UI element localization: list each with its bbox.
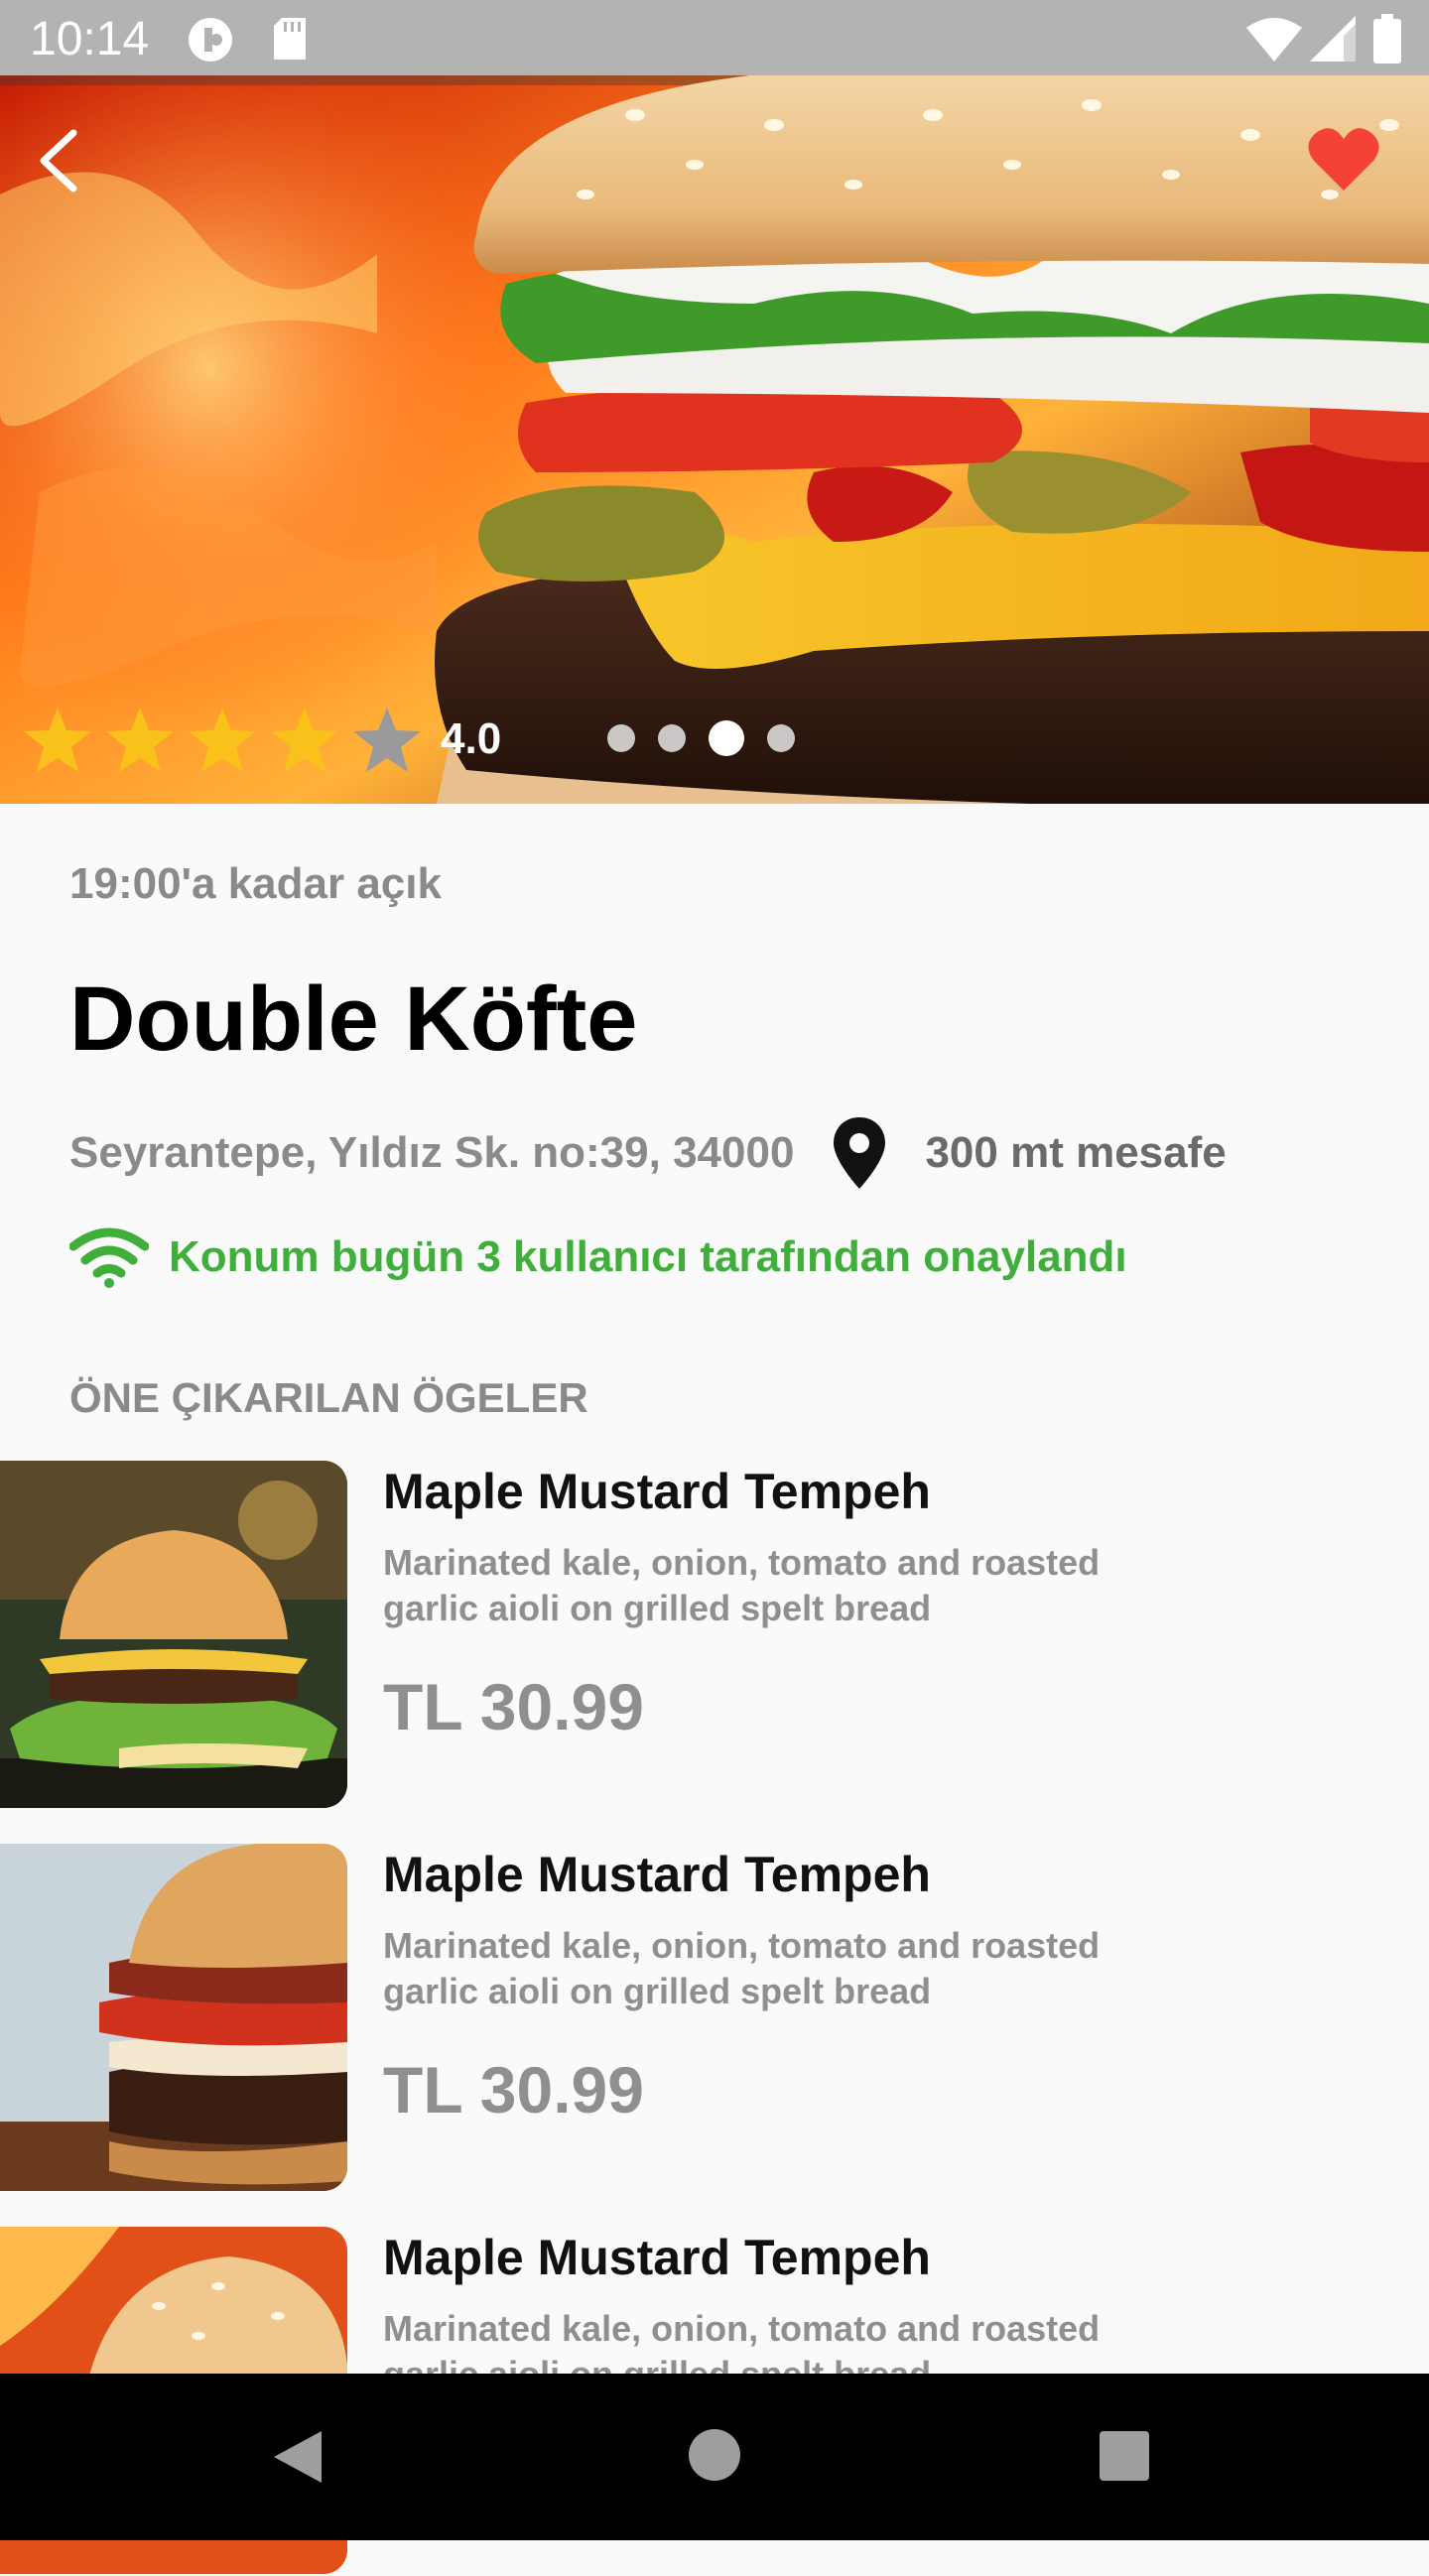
- address-text: Seyrantepe, Yıldız Sk. no:39, 34000: [69, 1128, 795, 1177]
- menu-item-name: Maple Mustard Tempeh: [383, 1464, 931, 1519]
- star-icon: [106, 708, 174, 772]
- menu-item-name: Maple Mustard Tempeh: [383, 2230, 931, 2285]
- nav-recents-icon[interactable]: [1098, 2429, 1151, 2483]
- chevron-left-icon: [40, 129, 77, 193]
- section-title: ÖNE ÇIKARILAN ÖGELER: [69, 1374, 588, 1421]
- carousel-indicator[interactable]: [607, 720, 818, 756]
- menu-item-price: TL 30.99: [383, 1670, 644, 1743]
- rating-value: 4.0: [441, 714, 502, 763]
- menu-item-name: Maple Mustard Tempeh: [383, 1847, 931, 1902]
- carousel-dot[interactable]: [607, 724, 635, 752]
- menu-item-price: TL 30.99: [383, 2053, 644, 2126]
- nav-back-icon[interactable]: [268, 2427, 327, 2487]
- carousel-dot[interactable]: [767, 724, 795, 752]
- nav-home-icon[interactable]: [687, 2427, 742, 2483]
- wifi-icon: [1246, 18, 1302, 62]
- menu-item-image: [0, 1461, 347, 1808]
- page-title: Double Köfte: [69, 968, 638, 1070]
- star-icon: [24, 708, 91, 772]
- hero-image-carousel[interactable]: 4.0: [0, 75, 1429, 804]
- open-hours: 19:00'a kadar açık: [69, 859, 442, 908]
- data-saver-icon: [189, 18, 232, 62]
- burger-photo: [0, 75, 1429, 804]
- menu-item-image: [0, 1844, 347, 2191]
- rating-stars: [22, 703, 434, 778]
- menu-item[interactable]: Maple Mustard Tempeh Marinated kale, oni…: [0, 1461, 1429, 1810]
- distance-text: 300 mt mesafe: [925, 1128, 1227, 1177]
- heart-icon: [1308, 128, 1379, 191]
- back-button[interactable]: [30, 121, 99, 210]
- carousel-dot[interactable]: [658, 724, 686, 752]
- wifi-icon: [69, 1227, 149, 1288]
- status-bar: 10:14: [0, 0, 1429, 75]
- address-row: Seyrantepe, Yıldız Sk. no:39, 34000 300 …: [69, 1115, 1379, 1191]
- carousel-dot[interactable]: [709, 720, 744, 756]
- menu-item-description: Marinated kale, onion, tomato and roaste…: [383, 1542, 1101, 1628]
- system-navigation-bar: [0, 2374, 1429, 2540]
- verification-row: Konum bugün 3 kullanıcı tarafından onayl…: [69, 1226, 1127, 1288]
- menu-item[interactable]: Maple Mustard Tempeh Marinated kale, oni…: [0, 1844, 1429, 2193]
- star-icon: [353, 708, 421, 772]
- location-pin-icon: [834, 1117, 886, 1189]
- star-icon: [271, 708, 338, 772]
- status-time: 10:14: [30, 13, 150, 65]
- star-icon: [189, 708, 256, 772]
- cellular-signal-icon: [1310, 16, 1356, 62]
- sd-card-icon: [274, 18, 306, 60]
- battery-icon: [1373, 14, 1401, 64]
- menu-item-description: Marinated kale, onion, tomato and roaste…: [383, 1925, 1101, 2011]
- favorite-button[interactable]: [1306, 125, 1381, 204]
- verification-text: Konum bugün 3 kullanıcı tarafından onayl…: [169, 1232, 1127, 1281]
